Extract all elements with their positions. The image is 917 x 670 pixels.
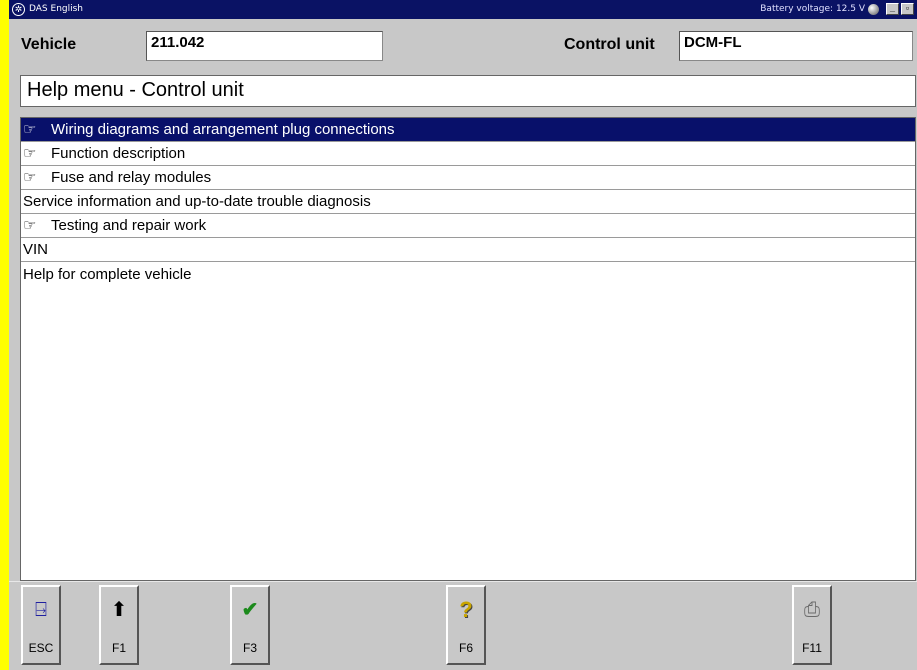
pointing-hand-icon: ☞ [23,144,37,162]
menu-item-label: VIN [23,241,49,258]
menu-item-label: Wiring diagrams and arrangement plug con… [51,121,395,138]
f3-label: F3 [242,641,257,655]
printer-icon: ⎙ [804,599,820,621]
function-key-toolbar: ⍈ ESC ⬆ F1 ✔ F3 ? F6 ⎙ F11 [9,581,917,670]
title-bar: ✲ DAS English Battery voltage: 12.5 V _ … [9,0,917,19]
left-edge-stripe [0,0,9,670]
minimize-button[interactable]: _ [886,3,899,15]
vehicle-field: 211.042 [146,31,383,61]
f6-button[interactable]: ? F6 [446,585,486,665]
esc-button[interactable]: ⍈ ESC [21,585,61,665]
arrow-up-icon: ⬆ [110,599,128,621]
pointing-hand-icon: ☞ [23,168,37,186]
vehicle-label: Vehicle [21,36,77,53]
exit-door-icon: ⍈ [35,599,47,621]
menu-item-label: Testing and repair work [51,217,207,234]
window-title: DAS English [29,4,83,14]
mercedes-star-icon: ✲ [12,3,25,16]
menu-item-label: Service information and up-to-date troub… [23,193,371,210]
menu-item-wiring-diagrams[interactable]: ☞ Wiring diagrams and arrangement plug c… [21,118,915,142]
checkmark-icon: ✔ [241,599,259,621]
battery-voltage-text: Battery voltage: 12.5 V [760,4,865,14]
page-title: Help menu - Control unit [20,75,916,107]
control-unit-label: Control unit [564,36,655,53]
menu-item-label: Help for complete vehicle [23,265,192,283]
help-question-icon: ? [459,597,473,622]
menu-item-help-complete-vehicle[interactable]: Help for complete vehicle [21,262,915,286]
menu-item-label: Function description [51,145,186,162]
f11-label: F11 [802,641,822,655]
f1-button[interactable]: ⬆ F1 [99,585,139,665]
menu-item-testing-repair[interactable]: ☞ Testing and repair work [21,214,915,238]
f1-label: F1 [111,641,126,655]
f11-button[interactable]: ⎙ F11 [792,585,832,665]
menu-item-label: Fuse and relay modules [51,169,212,186]
help-menu-list: ☞ Wiring diagrams and arrangement plug c… [20,117,916,581]
status-indicator-icon [868,4,879,15]
restore-button[interactable]: ▫ [901,3,914,15]
menu-item-fuse-relay[interactable]: ☞ Fuse and relay modules [21,166,915,190]
main-panel: Vehicle 211.042 Control unit DCM-FL Help… [9,19,917,581]
control-unit-field: DCM-FL [679,31,913,61]
f6-label: F6 [458,641,473,655]
pointing-hand-icon: ☞ [23,216,37,234]
esc-label: ESC [28,641,54,655]
menu-item-vin[interactable]: VIN [21,238,915,262]
f3-button[interactable]: ✔ F3 [230,585,270,665]
menu-item-service-information[interactable]: Service information and up-to-date troub… [21,190,915,214]
menu-item-function-description[interactable]: ☞ Function description [21,142,915,166]
pointing-hand-icon: ☞ [23,120,37,138]
